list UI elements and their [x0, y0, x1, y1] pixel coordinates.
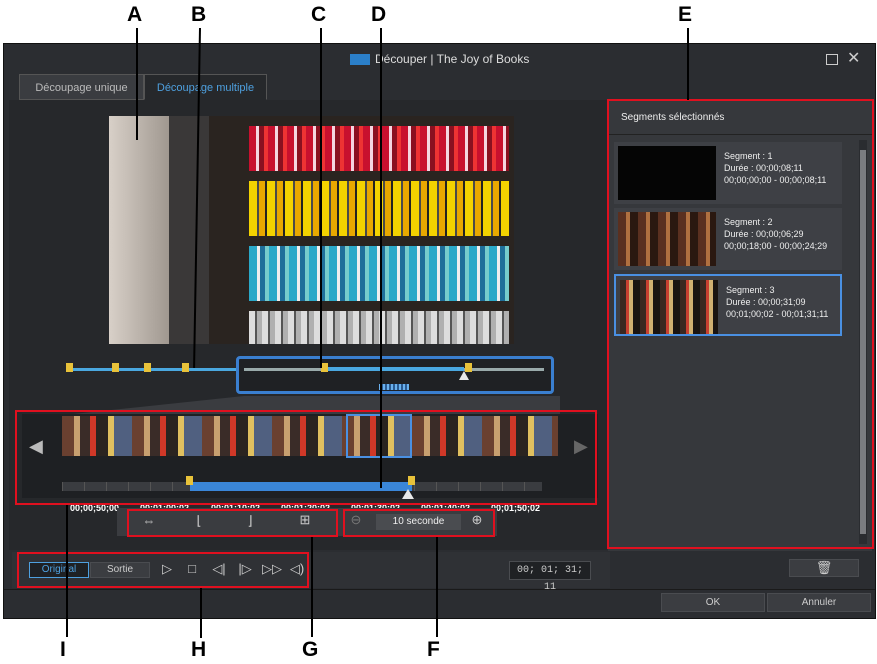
track-selection[interactable]: [324, 367, 464, 371]
mark-in-marker[interactable]: [321, 363, 328, 372]
ok-button[interactable]: OK: [661, 593, 765, 612]
delete-segment-button[interactable]: 🗑: [789, 559, 859, 577]
callout-e: E: [678, 3, 693, 26]
callout-d: D: [371, 3, 387, 26]
callout-box-e: [607, 99, 874, 549]
window-title: Découper | The Joy of Books: [4, 52, 875, 66]
callout-g: G: [302, 638, 319, 661]
zoom-window-handle[interactable]: [379, 384, 409, 390]
segment-marker[interactable]: [112, 363, 119, 372]
video-preview: [109, 116, 514, 344]
callout-i: I: [60, 638, 66, 661]
segment-marker[interactable]: [144, 363, 151, 372]
segment-marker[interactable]: [66, 363, 73, 372]
callout-box-i: [15, 410, 597, 505]
callout-box-g: [127, 509, 338, 537]
callout-box-h: [17, 552, 309, 588]
segment-marker[interactable]: [182, 363, 189, 372]
callout-h: H: [191, 638, 207, 661]
tab-single-trim[interactable]: Découpage unique: [19, 74, 144, 100]
callout-a: A: [127, 3, 143, 26]
overview-track[interactable]: [66, 368, 236, 371]
callout-box-f: [343, 509, 495, 537]
app-logo-icon: [349, 54, 370, 66]
maximize-icon[interactable]: [826, 54, 838, 65]
callout-c: C: [311, 3, 327, 26]
close-icon[interactable]: ✕: [847, 48, 860, 68]
callout-b: B: [191, 3, 207, 26]
timecode-display: 00; 01; 31; 11: [509, 561, 591, 593]
callout-f: F: [427, 638, 440, 661]
playhead-icon[interactable]: [459, 371, 469, 380]
cancel-button[interactable]: Annuler: [767, 593, 871, 612]
delete-icon: 🗑: [815, 560, 833, 575]
tab-multi-trim[interactable]: Découpage multiple: [144, 74, 267, 100]
